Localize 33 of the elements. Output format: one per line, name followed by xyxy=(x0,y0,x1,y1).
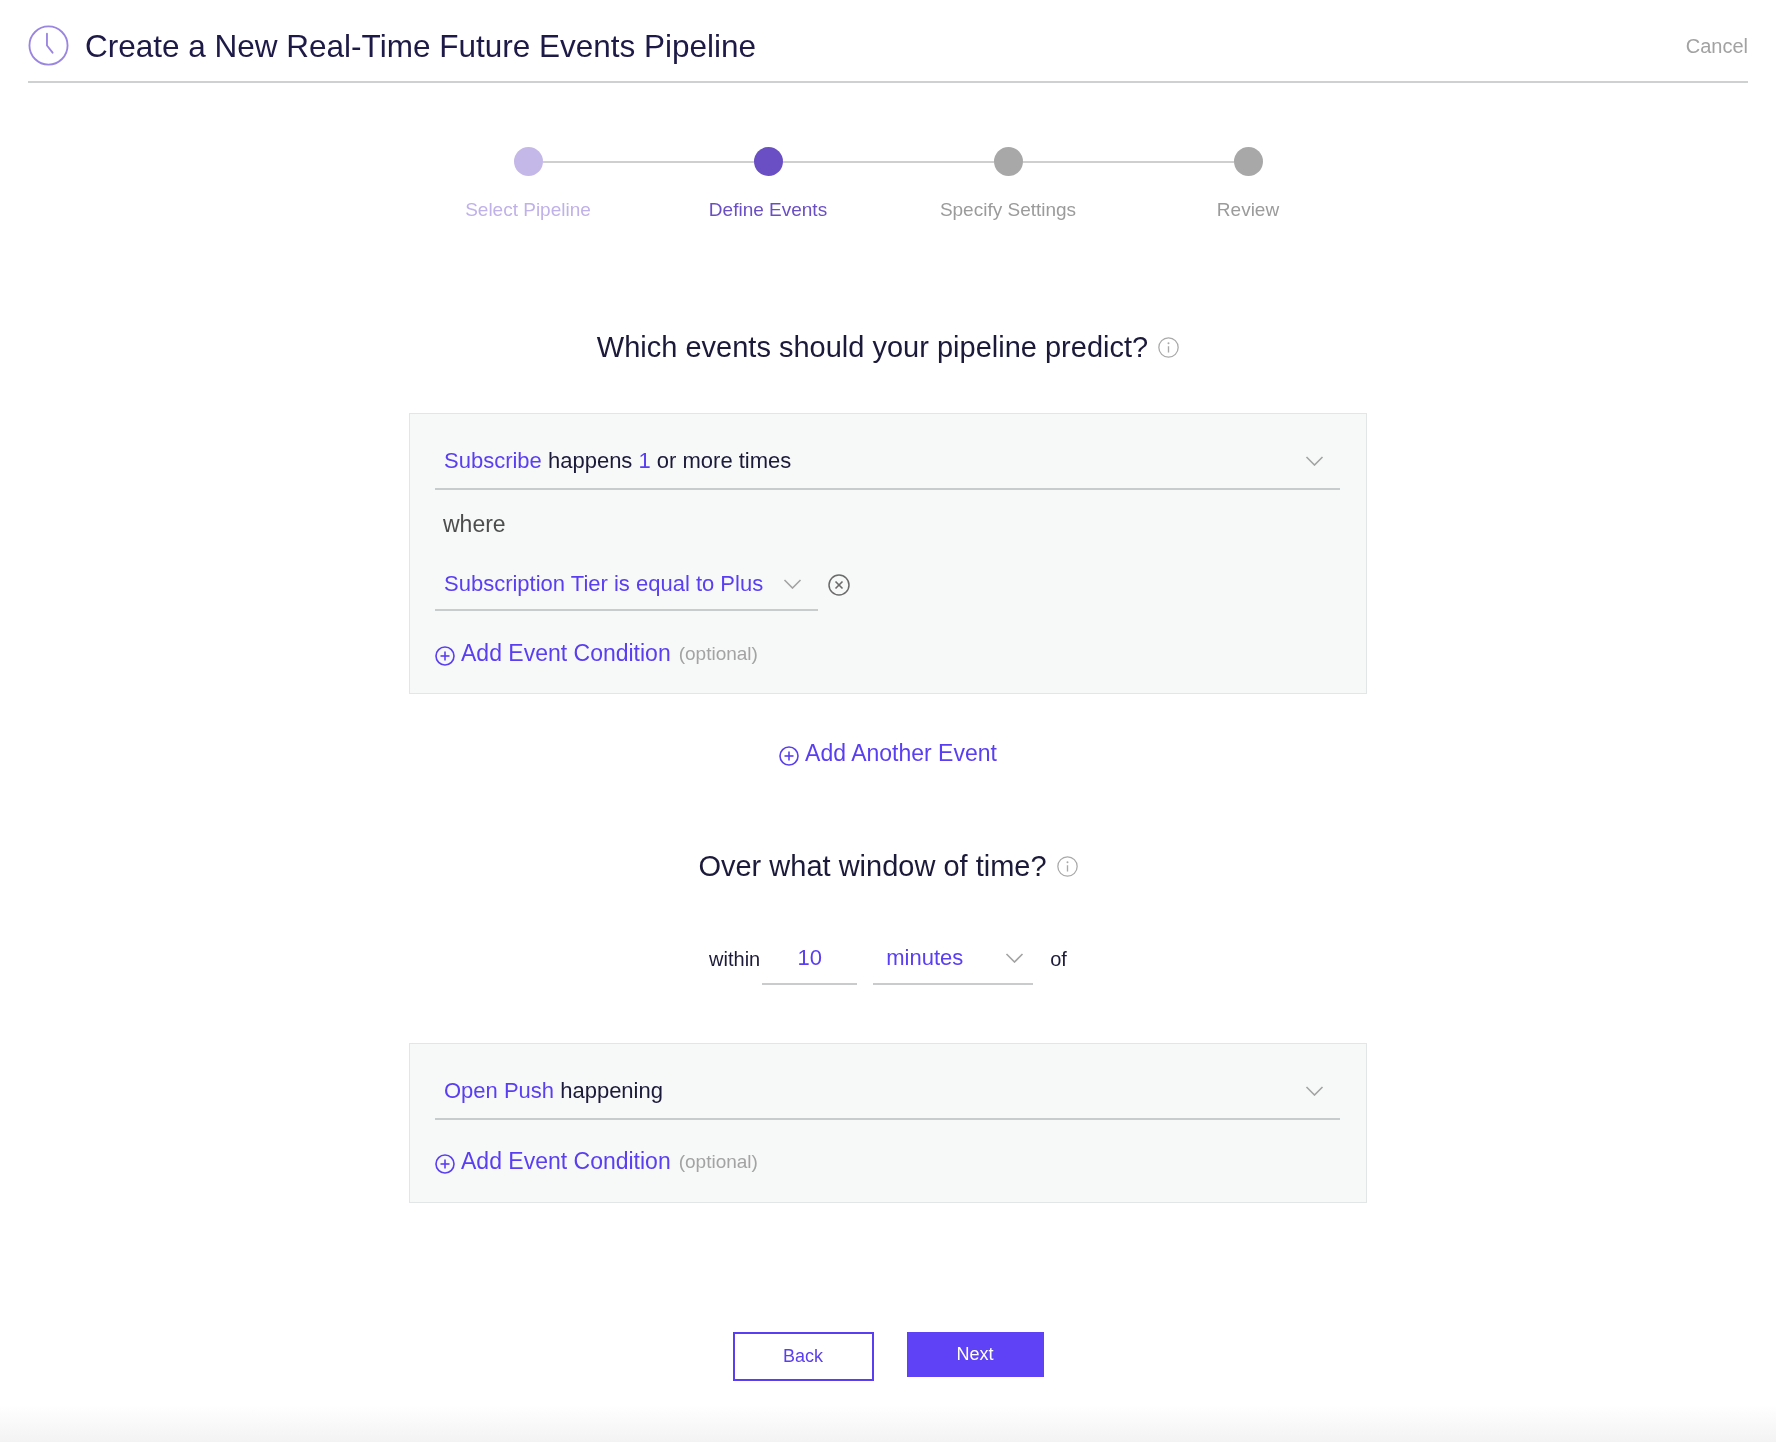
add-condition-button[interactable]: Add Event Condition xyxy=(435,1148,671,1174)
plus-circle-icon xyxy=(435,1154,455,1174)
info-icon[interactable] xyxy=(1056,855,1078,877)
plus-circle-icon xyxy=(435,646,455,666)
add-condition-button[interactable]: Add Event Condition xyxy=(435,640,671,666)
chevron-icon xyxy=(783,579,802,589)
chevron-icon xyxy=(1005,953,1025,963)
step-label: Select Pipeline xyxy=(465,199,591,221)
unit-dropdown[interactable]: minutes xyxy=(873,933,1034,985)
step-label: Define Events xyxy=(708,199,828,221)
step-label: Review xyxy=(1216,199,1280,221)
step-label: Specify Settings xyxy=(939,199,1077,221)
optional-note: (optional) xyxy=(678,642,758,666)
x-circle-icon[interactable] xyxy=(828,574,850,596)
event-dropdown[interactable]: Open Push happening xyxy=(435,1064,1340,1120)
question-heading: Over what window of time? xyxy=(698,849,1047,883)
chevron-icon xyxy=(1305,1086,1324,1096)
condition-dropdown[interactable]: Subscription Tier is equal to Plus xyxy=(435,559,818,611)
plus-circle-icon xyxy=(779,746,800,766)
event-dropdown[interactable]: Subscribe happens 1 or more times xyxy=(435,434,1340,490)
within-label: within xyxy=(709,947,761,971)
next-button[interactable]: Next xyxy=(906,1332,1044,1377)
where-label: where xyxy=(442,511,507,537)
chevron-icon xyxy=(1305,456,1324,466)
info-icon[interactable] xyxy=(1158,336,1180,358)
optional-note: (optional) xyxy=(678,1150,758,1174)
page-title: Create a New Real-Time Future Events Pipeline xyxy=(85,26,757,65)
amount-field[interactable]: 10 xyxy=(762,933,858,985)
add-event-button[interactable]: Add Another Event xyxy=(779,740,997,766)
clock-icon xyxy=(28,25,69,66)
question-heading: Which events should your pipeline predict? xyxy=(596,330,1149,364)
back-button[interactable]: Back xyxy=(732,1332,874,1381)
of-label: of xyxy=(1050,947,1067,971)
